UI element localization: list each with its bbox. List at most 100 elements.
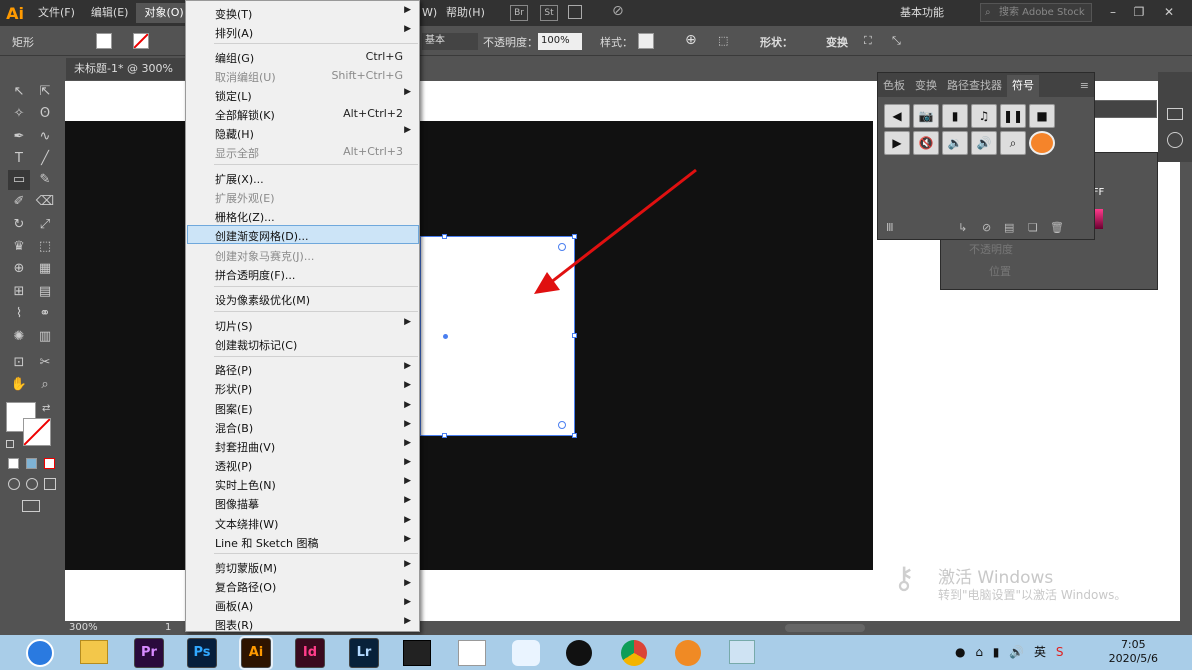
menu-item-perspective[interactable]: 透视(P) ▶ [187,455,419,474]
video-editor-icon[interactable] [403,640,431,666]
submenu-arrow-icon: ▶ [404,400,411,410]
symbol-mute-icon[interactable]: 🔇 [913,131,939,155]
symbol-search-icon[interactable]: ⌕ [1000,131,1026,155]
volume-icon[interactable]: 🔊 [1009,645,1024,659]
symbol-camera-icon[interactable]: 📷 [913,104,939,128]
menu-item-unlock-all[interactable]: 全部解锁(K) Alt+Ctrl+2 [187,104,419,123]
menu-item-live-paint[interactable]: 实时上色(N) ▶ [187,474,419,493]
symbol-film-icon[interactable]: ▮ [942,104,968,128]
menu-item-slice[interactable]: 切片(S) ▶ [187,315,419,334]
submenu-arrow-icon: ▶ [404,515,411,525]
submenu-arrow-icon: ▶ [404,24,411,34]
submenu-arrow-icon: ▶ [404,616,411,626]
properties-icon[interactable] [1167,108,1183,120]
premiere-icon[interactable]: Pr [134,638,164,668]
symbol-orange-circle[interactable] [1029,131,1055,155]
menu-item-line-and-sketch[interactable]: Line 和 Sketch 图稿 ▶ [187,532,419,551]
submenu-arrow-icon: ▶ [404,559,411,569]
network-icon[interactable]: ▮ [993,645,1000,659]
illustrator-icon[interactable]: Ai [239,636,273,670]
clock-time: 7:05 [1120,638,1146,651]
app-icon[interactable] [458,640,486,666]
menu-item-lock[interactable]: 锁定(L) ▶ [187,85,419,104]
menu-item-clipping-mask[interactable]: 剪切蒙版(M) ▶ [187,557,419,576]
menu-separator [214,286,418,287]
key-icon: ⚷ [893,561,915,596]
submenu-arrow-icon: ▶ [404,361,411,371]
menu-item-text-wrap[interactable]: 文本绕排(W) ▶ [187,513,419,532]
delete-symbol-icon[interactable]: 🗑 [1050,221,1064,234]
place-symbol-icon[interactable]: ↳ [958,221,967,234]
symbol-libraries-icon[interactable]: Ⅲ [886,221,894,234]
symbol-play-icon[interactable]: ▶ [884,131,910,155]
panel-menu-icon[interactable]: ≡ [1075,75,1094,97]
photoshop-icon[interactable]: Ps [187,638,217,668]
symbol-back-icon[interactable]: ◀ [884,104,910,128]
symbol-options-icon[interactable]: ▤ [1004,221,1014,234]
app-icon[interactable] [512,640,540,666]
browser-icon[interactable] [675,640,701,666]
menu-item-image-trace[interactable]: 图像描摹 ▶ [187,493,419,512]
ime-indicator[interactable]: 英 [1034,645,1046,659]
menu-item-shape[interactable]: 形状(P) ▶ [187,378,419,397]
new-symbol-icon[interactable]: ❏ [1028,221,1038,234]
menu-separator [214,356,418,357]
menu-item-path[interactable]: 路径(P) ▶ [187,359,419,378]
menu-item-create-object-mosaic: 创建对象马赛克(J)... [215,250,315,263]
submenu-arrow-icon: ▶ [404,419,411,429]
menu-item-show-all: 显示全部 Alt+Ctrl+3 [215,145,403,160]
start-button[interactable] [26,639,54,667]
symbol-volume-low-icon[interactable]: 🔉 [942,131,968,155]
chrome-icon[interactable] [621,640,647,666]
menu-item-create-gradient-mesh[interactable]: 创建渐变网格(D)... [187,225,419,244]
menu-item-pattern[interactable]: 图案(E) ▶ [187,398,419,417]
menu-item-pixel-perfect[interactable]: 设为像素级优化(M) [187,289,419,308]
tab-pathfinder[interactable]: 路径查找器 [942,75,1007,97]
menu-item-create-trim-marks[interactable]: 创建裁切标记(C) [187,334,419,353]
activation-title: 激活 Windows [938,568,1054,588]
submenu-arrow-icon: ▶ [404,87,411,97]
menu-item-graph[interactable]: 图表(R) ▶ [187,614,419,633]
file-explorer-icon[interactable] [80,640,108,664]
taskbar: Pr Ps Ai Id Lr ● ⌂ ▮ 🔊 英 S 7:05 2020/5/6 [0,635,1192,670]
menu-item-group[interactable]: 编组(G) Ctrl+G [187,47,419,66]
menu-item-rasterize[interactable]: 栅格化(Z)... [187,206,419,225]
qq-tray-icon[interactable]: ● [955,645,965,659]
opacity-label-faded: 不透明度 [969,243,1013,256]
indesign-icon[interactable]: Id [295,638,325,668]
app-icon[interactable] [729,640,755,664]
menu-item-transform[interactable]: 变换(T) ▶ [187,3,419,22]
submenu-arrow-icon: ▶ [404,534,411,544]
tab-transform[interactable]: 变换 [910,75,942,97]
menu-item-hide[interactable]: 隐藏(H) ▶ [187,123,419,142]
symbols-panel: 色板 变换 路径查找器 符号 ≡ ◀ 📷 ▮ ♫ ❚❚ ■ ▶ 🔇 🔉 🔊 ⌕ … [877,72,1095,240]
menu-item-expand-appearance: 扩展外观(E) [215,192,275,205]
menu-item-arrange[interactable]: 排列(A) ▶ [187,22,419,41]
appearance-icon[interactable] [1167,132,1183,148]
qq-icon[interactable] [566,640,592,666]
menu-item-flatten-transparency[interactable]: 拼合透明度(F)... [187,264,419,283]
lightroom-icon[interactable]: Lr [349,638,379,668]
submenu-arrow-icon: ▶ [404,438,411,448]
tray-icon[interactable]: ⌂ [975,645,983,659]
symbol-music-icon[interactable]: ♫ [971,104,997,128]
symbols-panel-footer: Ⅲ ↳ ⊘ ▤ ❏ 🗑 [878,217,1094,239]
panel-dropdown[interactable] [1087,100,1157,118]
menu-item-compound-path[interactable]: 复合路径(O) ▶ [187,576,419,595]
sogou-icon[interactable]: S [1056,645,1064,659]
menu-item-envelope-distort[interactable]: 封套扭曲(V) ▶ [187,436,419,455]
submenu-arrow-icon: ▶ [404,476,411,486]
symbol-stop-icon[interactable]: ■ [1029,104,1055,128]
tab-symbols[interactable]: 符号 [1007,75,1039,97]
clock[interactable]: 7:05 2020/5/6 [1109,638,1158,666]
clock-date: 2020/5/6 [1108,652,1158,665]
menu-item-expand[interactable]: 扩展(X)... [187,168,419,187]
menu-separator [214,43,418,44]
tab-swatches[interactable]: 色板 [878,75,910,97]
menu-item-blend[interactable]: 混合(B) ▶ [187,417,419,436]
right-dock [1158,72,1192,162]
break-link-icon[interactable]: ⊘ [982,221,991,234]
symbol-volume-high-icon[interactable]: 🔊 [971,131,997,155]
menu-item-artboards[interactable]: 画板(A) ▶ [187,595,419,614]
symbol-pause-icon[interactable]: ❚❚ [1000,104,1026,128]
